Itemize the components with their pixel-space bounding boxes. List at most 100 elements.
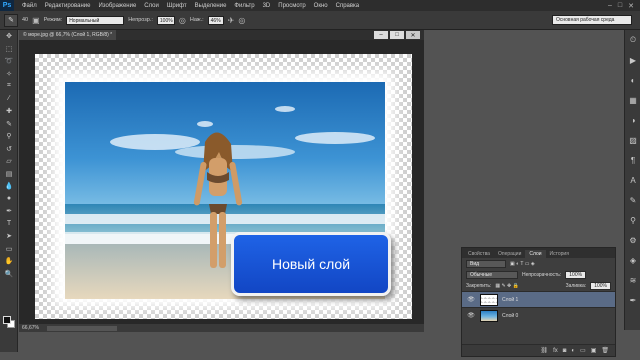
shape-icon[interactable]: ▭ <box>0 243 18 256</box>
foreground-color-swatch[interactable] <box>3 316 11 324</box>
minimize-icon[interactable]: – <box>608 2 612 10</box>
eye-icon[interactable]: 👁 <box>466 296 476 303</box>
close-icon[interactable]: ✕ <box>628 2 634 10</box>
workspace-select[interactable]: Основная рабочая среда <box>552 15 632 25</box>
actions-icon[interactable]: ▶ <box>625 50 640 70</box>
add-mask-icon[interactable]: ◙ <box>563 348 567 354</box>
pressure-opacity-icon[interactable]: ◎ <box>179 16 186 25</box>
tab-layers[interactable]: Слои <box>525 250 546 258</box>
lock-icons[interactable]: ▦ ✎ ✥ 🔒 <box>495 283 519 289</box>
history-icon[interactable]: ⏲ <box>625 30 640 50</box>
zoom-level[interactable]: 66,67% <box>22 325 39 331</box>
canvas[interactable]: Новый слой <box>35 54 412 319</box>
gradient-icon[interactable]: ▤ <box>0 168 18 181</box>
menu-help[interactable]: Справка <box>332 3 364 9</box>
tab-properties[interactable]: Свойства <box>464 250 494 258</box>
eyedropper-icon[interactable]: ⁄ <box>0 93 18 106</box>
brush-presets-icon[interactable]: ✎ <box>625 190 640 210</box>
marquee-icon[interactable]: ⬚ <box>0 43 18 56</box>
doc-close-icon[interactable]: ✕ <box>406 31 420 39</box>
paths-icon[interactable]: ✒ <box>625 290 640 310</box>
move-icon[interactable]: ✥ <box>0 30 18 43</box>
clone-source-icon[interactable]: ⚲ <box>625 210 640 230</box>
foreground-background-colors[interactable] <box>3 316 15 328</box>
delete-layer-icon[interactable]: 🗑 <box>601 347 609 354</box>
lasso-icon[interactable]: ➰ <box>0 55 18 68</box>
mode-select[interactable]: Нормальный <box>66 15 125 25</box>
horizontal-scrollbar[interactable] <box>46 325 117 331</box>
photoshop-logo: Ps <box>0 0 14 11</box>
pressure-size-icon[interactable]: ◎ <box>238 16 245 25</box>
filter-icons[interactable]: ▣ ◐ T ▭ ◈ <box>510 261 535 267</box>
dodge-icon[interactable]: ● <box>0 193 18 206</box>
healing-icon[interactable]: ✚ <box>0 105 18 118</box>
clone-stamp-icon[interactable]: ⚲ <box>0 130 18 143</box>
swatches-icon[interactable]: ▦ <box>625 90 640 110</box>
menu-select[interactable]: Выделение <box>191 3 231 9</box>
layer-opacity-field[interactable]: 100% <box>565 270 587 279</box>
type-icon[interactable]: T <box>0 218 18 231</box>
menu-view[interactable]: Просмотр <box>274 3 309 9</box>
menu-window[interactable]: Окно <box>310 3 332 9</box>
crop-icon[interactable]: ⌗ <box>0 80 18 93</box>
brush-size-value[interactable]: 40 <box>22 17 28 23</box>
document-title: © море.jpg @ 66,7% (Слой 1, RGB/8) * <box>23 32 113 38</box>
tab-actions[interactable]: Операции <box>494 250 525 258</box>
layer-row[interactable]: 👁 Слой 1 <box>462 291 615 307</box>
adjustment-layer-icon[interactable]: ◐ <box>571 348 575 354</box>
layer-row[interactable]: 👁 Слой 0 <box>462 307 615 323</box>
blur-icon[interactable]: 💧 <box>0 180 18 193</box>
new-group-icon[interactable]: ▭ <box>580 347 586 354</box>
lock-row: Закрепить: ▦ ✎ ✥ 🔒 Заливка: 100% <box>462 280 615 291</box>
layer-name[interactable]: Слой 1 <box>502 297 518 303</box>
quick-select-icon[interactable]: ✧ <box>0 68 18 81</box>
opacity-field[interactable]: 100% <box>156 15 175 25</box>
zoom-icon[interactable]: 🔍 <box>0 268 18 281</box>
maximize-icon[interactable]: □ <box>618 2 622 10</box>
tools-panel: ✥ ⬚ ➰ ✧ ⌗ ⁄ ✚ ✎ ⚲ ↺ ▱ ▤ 💧 ● ✒ T ➤ ▭ ✋ 🔍 <box>0 30 18 352</box>
styles-icon[interactable]: ▨ <box>625 130 640 150</box>
current-tool-brush-icon[interactable]: ✎ <box>4 13 18 27</box>
filter-kind-select[interactable]: Вид <box>466 259 506 268</box>
document-tab[interactable]: © море.jpg @ 66,7% (Слой 1, RGB/8) * <box>19 30 117 40</box>
layer-thumbnail <box>480 293 498 306</box>
pen-icon[interactable]: ✒ <box>0 205 18 218</box>
layer-style-icon[interactable]: fx <box>553 348 558 354</box>
flow-label: Наж.: <box>189 17 204 23</box>
flow-field[interactable]: 46% <box>207 15 224 25</box>
new-layer-icon[interactable]: ▣ <box>591 347 597 354</box>
hand-icon[interactable]: ✋ <box>0 255 18 268</box>
menu-3d[interactable]: 3D <box>259 3 275 9</box>
doc-minimize-icon[interactable]: – <box>374 31 388 39</box>
tool-presets-icon[interactable]: ⚙ <box>625 230 640 250</box>
brush-icon[interactable]: ✎ <box>0 118 18 131</box>
path-select-icon[interactable]: ➤ <box>0 230 18 243</box>
menu-type[interactable]: Шрифт <box>163 3 191 9</box>
blend-mode-select[interactable]: Обычные <box>466 270 518 279</box>
menu-layer[interactable]: Слои <box>140 3 163 9</box>
doc-maximize-icon[interactable]: □ <box>390 31 404 39</box>
history-brush-icon[interactable]: ↺ <box>0 143 18 156</box>
layer-name[interactable]: Слой 0 <box>502 313 518 319</box>
color-icon[interactable]: ◐ <box>625 70 640 90</box>
menu-filter[interactable]: Фильтр <box>230 3 258 9</box>
tab-history[interactable]: История <box>546 250 573 258</box>
eye-icon[interactable]: 👁 <box>466 312 476 319</box>
right-dock: ⏲ ▶ ◐ ▦ ◑ ▨ ¶ A ✎ ⚲ ⚙ ◈ ≋ ✒ <box>624 30 640 330</box>
layers-icon[interactable]: ◈ <box>625 250 640 270</box>
channels-icon[interactable]: ≋ <box>625 270 640 290</box>
link-layers-icon[interactable]: ⛓ <box>540 347 548 354</box>
paragraph-icon[interactable]: ¶ <box>625 150 640 170</box>
airbrush-icon[interactable]: ✈ <box>228 16 235 25</box>
menu-image[interactable]: Изображение <box>94 3 140 9</box>
eraser-icon[interactable]: ▱ <box>0 155 18 168</box>
brush-panel-icon[interactable]: ▣ <box>32 16 40 25</box>
menu-file[interactable]: Файл <box>18 3 41 9</box>
options-bar: ✎ 40 ▣ Режим: Нормальный Непрозр.: 100% … <box>0 11 640 30</box>
adjustments-icon[interactable]: ◑ <box>625 110 640 130</box>
fill-field[interactable]: 100% <box>590 281 611 290</box>
menu-edit[interactable]: Редактирование <box>41 3 95 9</box>
window-controls: – □ ✕ <box>608 2 640 10</box>
opacity-label: Непрозр.: <box>128 17 153 23</box>
character-icon[interactable]: A <box>625 170 640 190</box>
